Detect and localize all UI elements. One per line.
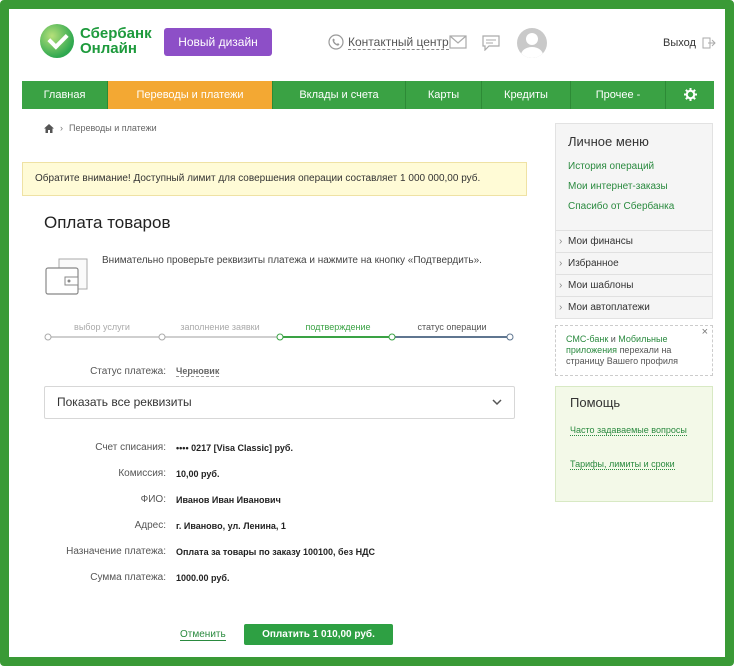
nav-cards[interactable]: Карты [406, 81, 482, 109]
show-details-label: Показать все реквизиты [57, 395, 192, 409]
faq-link[interactable]: Часто задаваемые вопросы [570, 425, 687, 436]
detail-label-amount: Сумма платежа: [90, 572, 166, 583]
detail-value-address: г. Иваново, ул. Ленина, 1 [176, 521, 286, 531]
chevron-down-icon [492, 399, 502, 406]
logout-link[interactable]: Выход [663, 37, 716, 49]
sms-notice: × СМС-банк и Мобильные приложения переха… [555, 325, 713, 376]
limit-notice: Обратите внимание! Доступный лимит для с… [22, 162, 527, 196]
sberbank-logo-icon [40, 24, 74, 58]
logo-line-1: Сбербанк [80, 25, 152, 42]
step-dot-2 [158, 333, 166, 341]
new-design-button[interactable]: Новый дизайн [164, 28, 272, 56]
progress-steps: выбор услуги заполнение заявки подтвержд… [44, 320, 514, 344]
nav-settings[interactable] [666, 81, 714, 109]
main-nav: Главная Переводы и платежи Вклады и счет… [22, 81, 714, 109]
detail-value-name: Иванов Иван Иванович [176, 495, 281, 505]
sidebar-item-favorites[interactable]: Избранное [556, 252, 712, 275]
help-title: Помощь [570, 395, 621, 410]
step-dot-3 [276, 333, 284, 341]
step-dot-4 [388, 333, 396, 341]
breadcrumb: › Переводы и платежи [44, 123, 157, 133]
sidebar: Личное меню История операций Мои интерне… [555, 123, 713, 502]
gear-icon [683, 88, 697, 101]
sms-bank-link[interactable]: СМС-банк [566, 334, 608, 344]
intro-text: Внимательно проверьте реквизиты платежа … [102, 255, 482, 266]
show-details-dropdown[interactable]: Показать все реквизиты [44, 386, 515, 419]
page-title: Оплата товаров [44, 213, 171, 232]
tariffs-link[interactable]: Тарифы, лимиты и сроки [570, 459, 675, 470]
nav-main[interactable]: Главная [22, 81, 108, 109]
phone-icon [328, 34, 344, 50]
detail-value-amount: 1000.00 руб. [176, 573, 230, 583]
personal-menu-title: Личное меню [568, 134, 649, 149]
sberbank-logo[interactable]: Сбербанк Онлайн [40, 24, 152, 58]
progress-track [44, 333, 514, 341]
nav-transfers[interactable]: Переводы и платежи [108, 81, 273, 109]
detail-label-purpose: Назначение платежа: [66, 546, 166, 557]
internet-orders-link[interactable]: Мои интернет-заказы [556, 181, 712, 201]
sidebar-item-autopayments[interactable]: Мои автоплатежи [556, 296, 712, 319]
wallet-icon [45, 258, 88, 295]
logout-label: Выход [663, 37, 696, 49]
history-link[interactable]: История операций [556, 161, 712, 181]
contact-center-link[interactable]: Контактный центр [328, 34, 449, 50]
help-box: Помощь Часто задаваемые вопросы Тарифы, … [555, 386, 713, 502]
nav-other[interactable]: Прочее - [571, 81, 666, 109]
detail-label-name: ФИО: [140, 494, 166, 505]
step-fill-request: заполнение заявки [180, 322, 260, 332]
contact-center-label: Контактный центр [348, 34, 449, 50]
mail-icon[interactable] [449, 35, 467, 49]
detail-value-commission: 10,00 руб. [176, 469, 220, 479]
home-icon[interactable] [44, 123, 54, 133]
nav-credits[interactable]: Кредиты [482, 81, 571, 109]
user-avatar[interactable] [517, 28, 547, 58]
detail-label-account: Счет списания: [95, 442, 166, 453]
step-confirmation: подтверждение [305, 322, 371, 332]
status-value[interactable]: Черновик [176, 366, 220, 377]
step-dot-1 [44, 333, 52, 341]
logo-text: Сбербанк Онлайн [80, 26, 152, 56]
step-select-service: выбор услуги [74, 322, 130, 332]
step-operation-status: статус операции [417, 322, 487, 332]
chat-icon[interactable] [482, 35, 500, 51]
logo-line-2: Онлайн [80, 40, 137, 57]
close-icon[interactable]: × [702, 327, 708, 338]
detail-value-purpose: Оплата за товары по заказу 100100, без Н… [176, 547, 375, 557]
step-dot-5 [506, 333, 514, 341]
sidebar-item-templates[interactable]: Мои шаблоны [556, 274, 712, 297]
sms-and: и [608, 334, 619, 344]
spasibo-link[interactable]: Спасибо от Сбербанка [556, 201, 712, 230]
status-label: Статус платежа: [90, 366, 166, 377]
cancel-link[interactable]: Отменить [180, 629, 226, 641]
detail-label-address: Адрес: [134, 520, 166, 531]
detail-value-account: •••• 0217 [Visa Classic] руб. [176, 443, 293, 453]
detail-label-commission: Комиссия: [118, 468, 166, 479]
personal-menu: Личное меню История операций Мои интерне… [555, 123, 713, 319]
breadcrumb-transfers-link[interactable]: Переводы и платежи [69, 123, 157, 133]
sidebar-item-finances[interactable]: Мои финансы [556, 230, 712, 253]
pay-button[interactable]: Оплатить 1 010,00 руб. [244, 624, 393, 645]
logout-icon [702, 37, 716, 49]
nav-deposits[interactable]: Вклады и счета [273, 81, 406, 109]
breadcrumb-separator: › [60, 123, 63, 133]
